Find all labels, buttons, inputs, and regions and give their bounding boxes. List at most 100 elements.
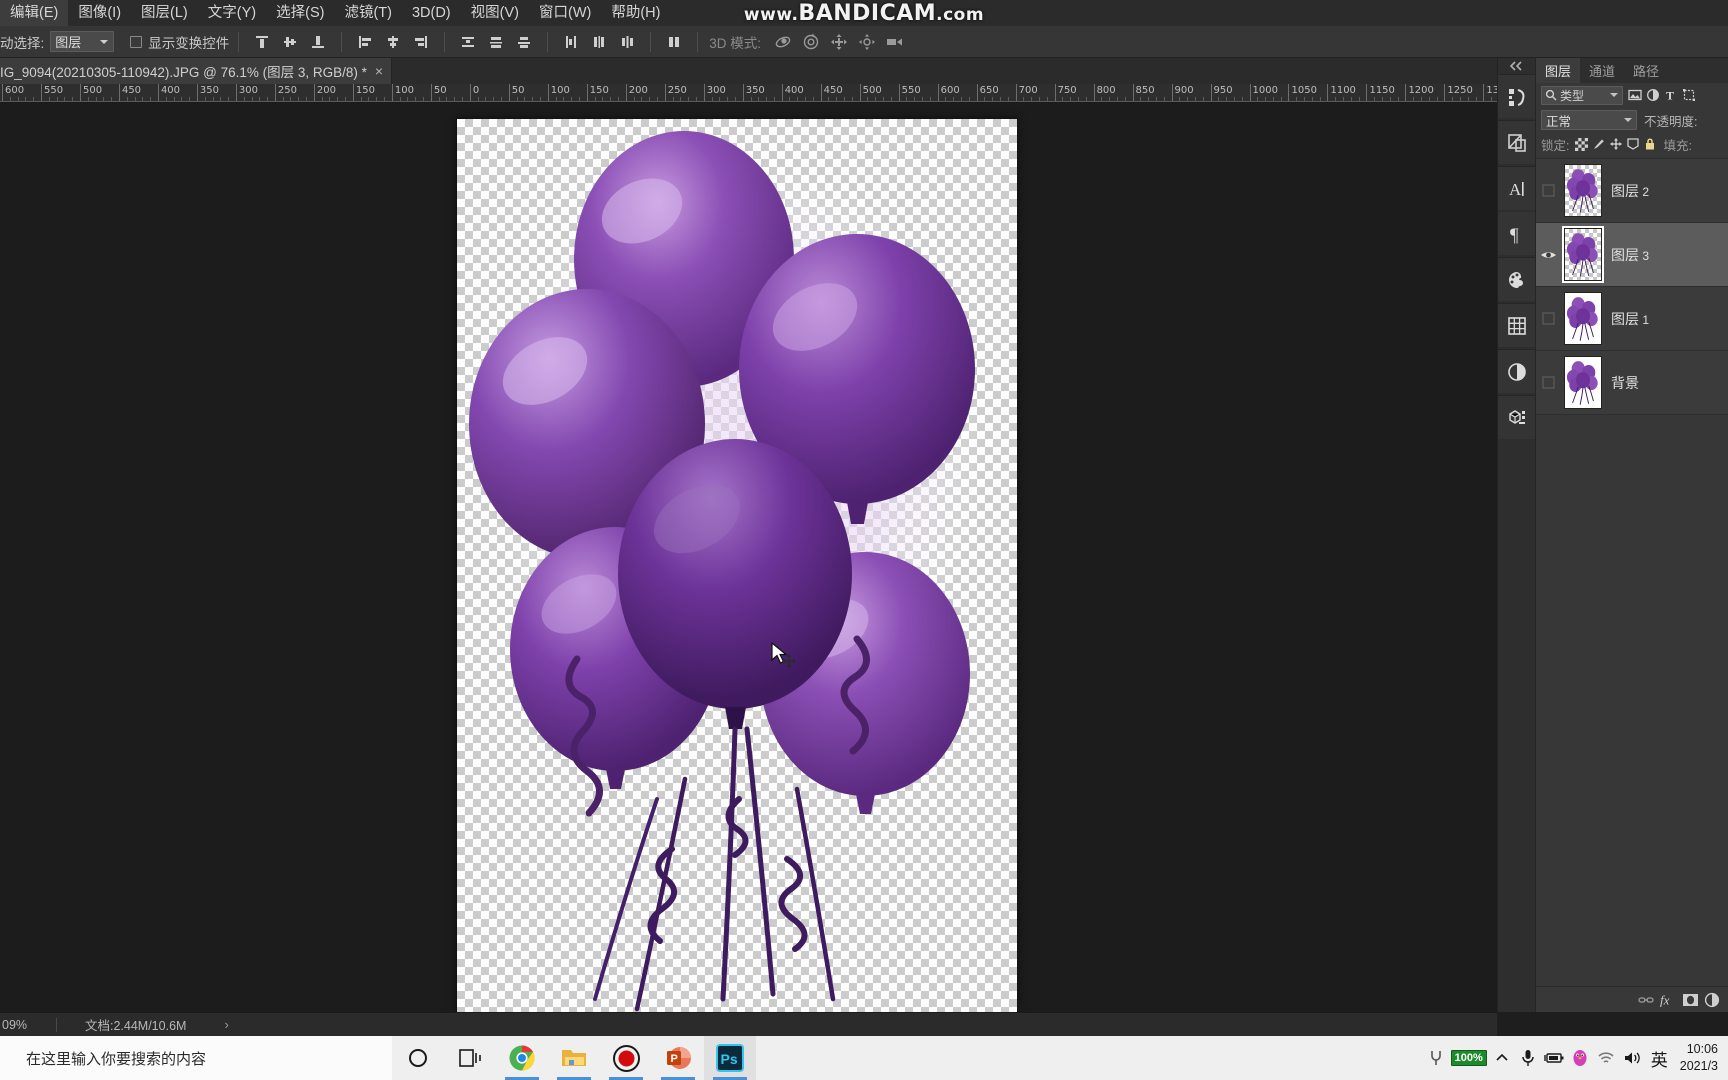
powerpoint-icon[interactable]: P [652,1036,704,1080]
layer-thumbnail-cell[interactable] [1560,356,1606,409]
ime-indicator[interactable]: 英 [1645,1046,1674,1071]
3d-orbit-icon[interactable] [771,31,795,53]
layer-row[interactable]: 图层 2 [1536,159,1728,223]
layer-filter-dropdown[interactable]: 类型 [1541,85,1623,105]
layer-visibility-eye-icon[interactable] [1536,249,1560,261]
document-tab[interactable]: IG_9094(20210305-110942).JPG @ 76.1% (图层… [0,58,393,84]
menu-item-3d[interactable]: 3D(D) [402,0,461,26]
distribute-bottom-edges-icon[interactable] [511,30,537,54]
blend-mode-row: 正常 不透明度: [1536,107,1728,133]
lock-position-icon[interactable] [1607,136,1624,152]
menu-item-window[interactable]: 窗口(W) [529,0,601,26]
align-horizontal-centers-icon[interactable] [380,30,406,54]
shape-layer-filter-icon[interactable] [1680,86,1698,104]
swatches-palette-icon[interactable] [1498,258,1536,301]
3d-roll-icon[interactable] [799,31,823,53]
power-plug-icon[interactable] [1423,1036,1449,1080]
menu-item-image[interactable]: 图像(I) [68,0,131,26]
menu-item-edit[interactable]: 编辑(E) [0,0,69,26]
lock-transparent-pixels-icon[interactable] [1573,136,1590,152]
adjustments-icon[interactable] [1498,350,1536,393]
menu-item-view[interactable]: 视图(V) [461,0,529,26]
adjustment-layer-filter-icon[interactable] [1644,86,1662,104]
new-adjustment-layer-icon[interactable] [1701,989,1723,1011]
add-layer-mask-icon[interactable] [1679,989,1701,1011]
layer-row[interactable]: 图层 3 [1536,223,1728,287]
horizontal-ruler[interactable]: 600 550 500 450 400 350 300 250 200 150 100 50 0 50 10… [0,84,1497,102]
status-expand-arrow-icon[interactable]: › [186,1017,228,1032]
menu-item-filter[interactable]: 滤镜(T) [334,0,402,26]
menu-item-help[interactable]: 帮助(H) [601,0,670,26]
file-explorer-icon[interactable] [548,1036,600,1080]
history-states-icon[interactable] [1498,75,1536,118]
align-bottom-edges-icon[interactable] [305,30,331,54]
3d-camera-icon[interactable] [883,31,907,53]
align-left-edges-icon[interactable] [352,30,378,54]
paragraph-panel-icon[interactable]: ¶ [1498,212,1536,255]
photoshop-icon[interactable]: Ps [704,1036,756,1080]
layer-style-fx-icon[interactable]: fx [1657,989,1679,1011]
clock[interactable]: 10:06 2021/3 [1674,1041,1722,1075]
bandicam-icon[interactable] [600,1036,652,1080]
layer-thumbnail-cell[interactable] [1560,164,1606,217]
auto-select-dropdown[interactable]: 图层 [50,31,115,52]
menu-item-select[interactable]: 选择(S) [266,0,334,26]
menu-item-type[interactable]: 文字(Y) [198,0,266,26]
grid-pattern-icon[interactable] [1498,304,1536,347]
layer-visibility-empty-icon[interactable] [1536,184,1560,197]
align-right-edges-icon[interactable] [408,30,434,54]
3d-slide-icon[interactable] [855,31,879,53]
qq-penguin-icon[interactable] [1567,1036,1593,1080]
close-icon[interactable]: × [375,64,383,78]
task-view-icon[interactable] [444,1036,496,1080]
layer-visibility-empty-icon[interactable] [1536,376,1560,389]
distribute-horizontal-centers-icon[interactable] [586,30,612,54]
canvas-area[interactable] [0,102,1497,1012]
wifi-icon[interactable] [1593,1036,1619,1080]
distribute-spacing-icon[interactable] [661,30,687,54]
tab-channels[interactable]: 通道 [1580,58,1625,83]
distribute-top-edges-icon[interactable] [455,30,481,54]
search-input[interactable]: 在这里输入你要搜索的内容 [0,1036,392,1080]
layer-name-text: 图层 [1611,182,1639,199]
distribute-left-edges-icon[interactable] [558,30,584,54]
character-panel-icon[interactable]: A [1498,167,1536,210]
layer-row[interactable]: 背景 [1536,351,1728,415]
volume-icon[interactable] [1619,1036,1645,1080]
battery-percent-badge[interactable]: 100% [1450,1049,1487,1067]
link-layers-icon[interactable] [1635,989,1657,1011]
layer-thumbnail-cell[interactable] [1560,226,1606,283]
distribute-right-edges-icon[interactable] [614,30,640,54]
lock-all-icon[interactable] [1641,136,1658,152]
layer-comps-icon[interactable] [1498,121,1536,164]
show-hidden-icons-chevron[interactable] [1489,1036,1515,1080]
layer-list[interactable]: 图层 2 图层 3 图层 1 背景 [1536,158,1728,415]
lock-artboard-icon[interactable] [1624,136,1641,152]
pixel-layer-filter-icon[interactable] [1626,86,1644,104]
svg-text:Ps: Ps [721,1051,738,1067]
collapse-panels-icon[interactable] [1498,58,1535,74]
show-transform-controls-checkbox[interactable]: 显示变换控件 [130,32,229,52]
align-vertical-centers-icon[interactable] [277,30,303,54]
layer-row[interactable]: 图层 1 [1536,287,1728,351]
lock-image-pixels-icon[interactable] [1590,136,1607,152]
chrome-icon[interactable] [496,1036,548,1080]
tab-paths[interactable]: 路径 [1624,58,1669,83]
microphone-icon[interactable] [1515,1036,1541,1080]
battery-tray-icon[interactable] [1541,1036,1567,1080]
3d-pan-icon[interactable] [827,31,851,53]
tab-layers[interactable]: 图层 [1536,58,1581,83]
blend-mode-dropdown[interactable]: 正常 [1541,110,1637,130]
3d-panel-icon[interactable] [1498,396,1536,439]
zoom-level-field[interactable]: 09% [0,1018,56,1032]
layer-visibility-empty-icon[interactable] [1536,312,1560,325]
distribute-vertical-centers-icon[interactable] [483,30,509,54]
layer-thumbnail-cell[interactable] [1560,292,1606,345]
menu-item-layer[interactable]: 图层(L) [131,0,198,26]
cortana-icon[interactable] [392,1036,444,1080]
artboard[interactable] [457,119,1017,1012]
fill-label: 填充: [1663,138,1692,153]
type-layer-filter-icon[interactable]: T [1662,86,1680,104]
align-top-edges-icon[interactable] [249,30,275,54]
ruler-label: 150 [355,85,375,96]
